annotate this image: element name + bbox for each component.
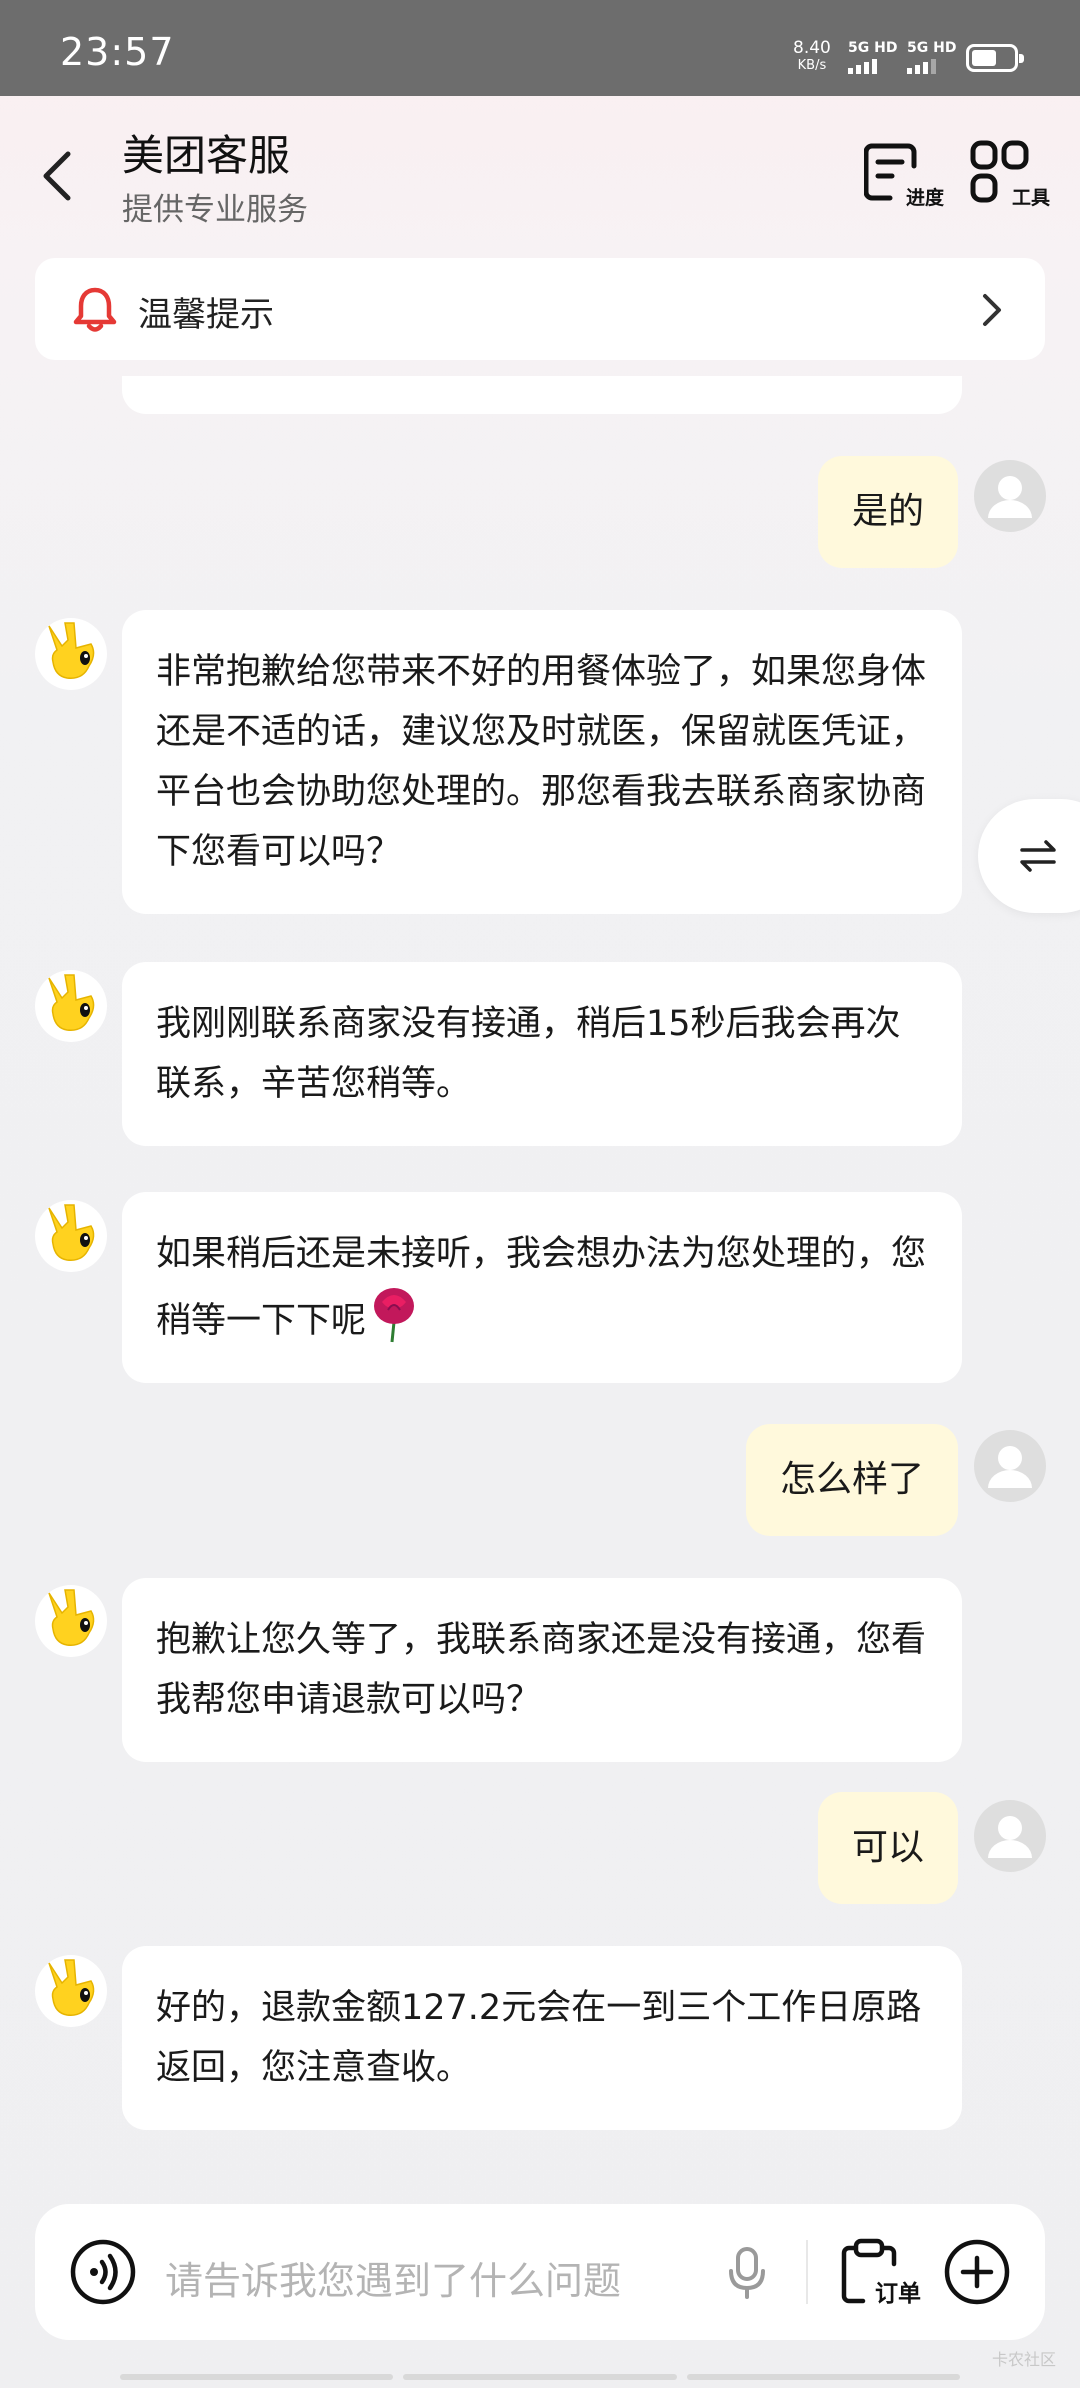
mascot-icon xyxy=(48,1959,95,2016)
mascot-icon xyxy=(48,1589,95,1646)
order-button[interactable]: 订单 xyxy=(841,2238,921,2310)
mascot-icon xyxy=(48,622,95,679)
swap-arrows-icon xyxy=(1020,840,1056,872)
user-icon xyxy=(988,476,1032,518)
page-subtitle: 提供专业服务 xyxy=(122,192,308,228)
user-avatar[interactable] xyxy=(974,460,1046,532)
order-label: 订单 xyxy=(875,2281,921,2307)
previous-message-bubble xyxy=(122,376,962,414)
chevron-right-icon xyxy=(983,294,1001,326)
microphone-icon xyxy=(729,2247,765,2299)
signal-sim1-icon: 5G HD xyxy=(848,40,897,74)
bot-avatar xyxy=(35,1200,107,1272)
back-button[interactable] xyxy=(34,146,84,206)
progress-label: 进度 xyxy=(905,187,944,209)
bot-message-bubble: 抱歉让您久等了，我联系商家还是没有接通，您看我帮您申请退款可以吗？ xyxy=(122,1578,962,1762)
bot-avatar xyxy=(35,1955,107,2027)
voice-icon xyxy=(70,2239,136,2305)
network-speed-value: 8.40 xyxy=(793,38,831,58)
signal-sim2-label: 5G HD xyxy=(907,40,957,56)
user-message-bubble: 可以 xyxy=(817,1792,958,1904)
microphone-button[interactable] xyxy=(727,2246,767,2300)
bot-message-bubble: 我刚刚联系商家没有接通，稍后15秒后我会再次联系，辛苦您稍等。 xyxy=(122,962,962,1146)
bot-avatar xyxy=(35,618,107,690)
chevron-left-icon xyxy=(43,151,71,201)
network-speed-unit: KB/s xyxy=(797,58,827,73)
plus-circle-icon xyxy=(944,2239,1010,2305)
battery-fill xyxy=(972,50,996,66)
bot-avatar xyxy=(35,970,107,1042)
voice-mode-button[interactable] xyxy=(69,2238,137,2306)
bot-message-bubble: 好的，退款金额127.2元会在一到三个工作日原路返回，您注意查收。 xyxy=(122,1946,962,2130)
tools-label: 工具 xyxy=(1011,187,1050,209)
status-time: 23:57 xyxy=(60,30,175,74)
more-options-button[interactable] xyxy=(943,2238,1011,2306)
input-bar: 请告诉我您遇到了什么问题 订单 xyxy=(35,2204,1045,2340)
status-bar: 23:57 8.40 KB/s 5G HD 5G HD xyxy=(0,0,1080,96)
bot-message-text: 如果稍后还是未接听，我会想办法为您处理的，您稍等一下下呢 xyxy=(156,1234,927,1341)
page-title: 美团客服 xyxy=(122,131,291,180)
tools-button[interactable]: 工具 xyxy=(970,140,1050,210)
gesture-bar xyxy=(120,2374,960,2382)
user-icon xyxy=(988,1446,1032,1488)
bot-message-bubble: 非常抱歉给您带来不好的用餐体验了，如果您身体还是不适的话，建议您及时就医，保留就… xyxy=(122,610,962,914)
user-icon xyxy=(988,1816,1032,1858)
progress-button[interactable]: 进度 xyxy=(864,140,944,210)
user-message-bubble: 是的 xyxy=(817,456,958,568)
battery-icon xyxy=(966,44,1024,72)
watermark: 卡农社区 xyxy=(991,2350,1056,2369)
message-input[interactable]: 请告诉我您遇到了什么问题 xyxy=(165,2250,621,2305)
notice-banner[interactable]: 温馨提示 xyxy=(35,258,1045,360)
network-speed: 8.40 KB/s xyxy=(793,40,831,74)
switch-button[interactable] xyxy=(978,799,1080,913)
chat-header: 美团客服 提供专业服务 进度 工具 xyxy=(0,96,1080,246)
mascot-icon xyxy=(48,974,95,1031)
user-message-bubble: 怎么样了 xyxy=(745,1424,958,1536)
signal-sim2-icon: 5G HD xyxy=(907,40,956,74)
signal-sim1-label: 5G HD xyxy=(848,40,898,56)
notice-text: 温馨提示 xyxy=(138,295,274,335)
mascot-icon xyxy=(48,1204,95,1261)
divider xyxy=(806,2240,808,2304)
bell-icon xyxy=(73,287,117,332)
user-avatar[interactable] xyxy=(974,1800,1046,1872)
rose-icon xyxy=(374,1288,415,1343)
bot-avatar xyxy=(35,1585,107,1657)
user-avatar[interactable] xyxy=(974,1430,1046,1502)
bot-message-bubble: 如果稍后还是未接听，我会想办法为您处理的，您稍等一下下呢 xyxy=(122,1192,962,1383)
